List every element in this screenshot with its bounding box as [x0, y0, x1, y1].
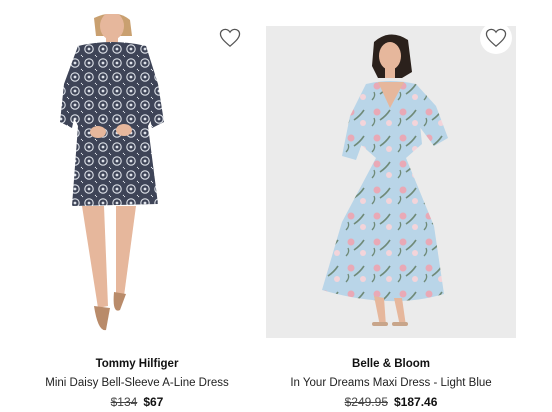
wishlist-button[interactable] [480, 22, 512, 54]
product-brand[interactable]: Belle & Bloom [266, 356, 516, 372]
heart-outline-icon [219, 28, 241, 48]
product-card-belle-and-bloom[interactable]: Belle & Bloom In Your Dreams Maxi Dress … [266, 0, 516, 412]
product-info: Belle & Bloom In Your Dreams Maxi Dress … [266, 356, 516, 410]
original-price: $249.95 [344, 395, 388, 409]
sale-price: $67 [143, 395, 164, 409]
heart-outline-icon [485, 28, 507, 48]
product-prices: $134 $67 [12, 394, 262, 410]
sale-price: $187.46 [394, 395, 438, 409]
product-card-tommy-hilfiger[interactable]: Tommy Hilfiger Mini Daisy Bell-Sleeve A-… [12, 0, 262, 412]
dress-photo [60, 14, 164, 331]
original-price: $134 [110, 395, 138, 409]
wishlist-button[interactable] [216, 24, 244, 52]
product-name[interactable]: In Your Dreams Maxi Dress - Light Blue [266, 375, 516, 391]
dress-photo [322, 34, 448, 326]
product-name[interactable]: Mini Daisy Bell-Sleeve A-Line Dress [12, 375, 262, 391]
product-brand[interactable]: Tommy Hilfiger [12, 356, 262, 372]
product-image[interactable] [12, 14, 262, 338]
product-info: Tommy Hilfiger Mini Daisy Bell-Sleeve A-… [12, 356, 262, 410]
product-image[interactable] [266, 26, 516, 338]
product-prices: $249.95 $187.46 [266, 394, 516, 410]
